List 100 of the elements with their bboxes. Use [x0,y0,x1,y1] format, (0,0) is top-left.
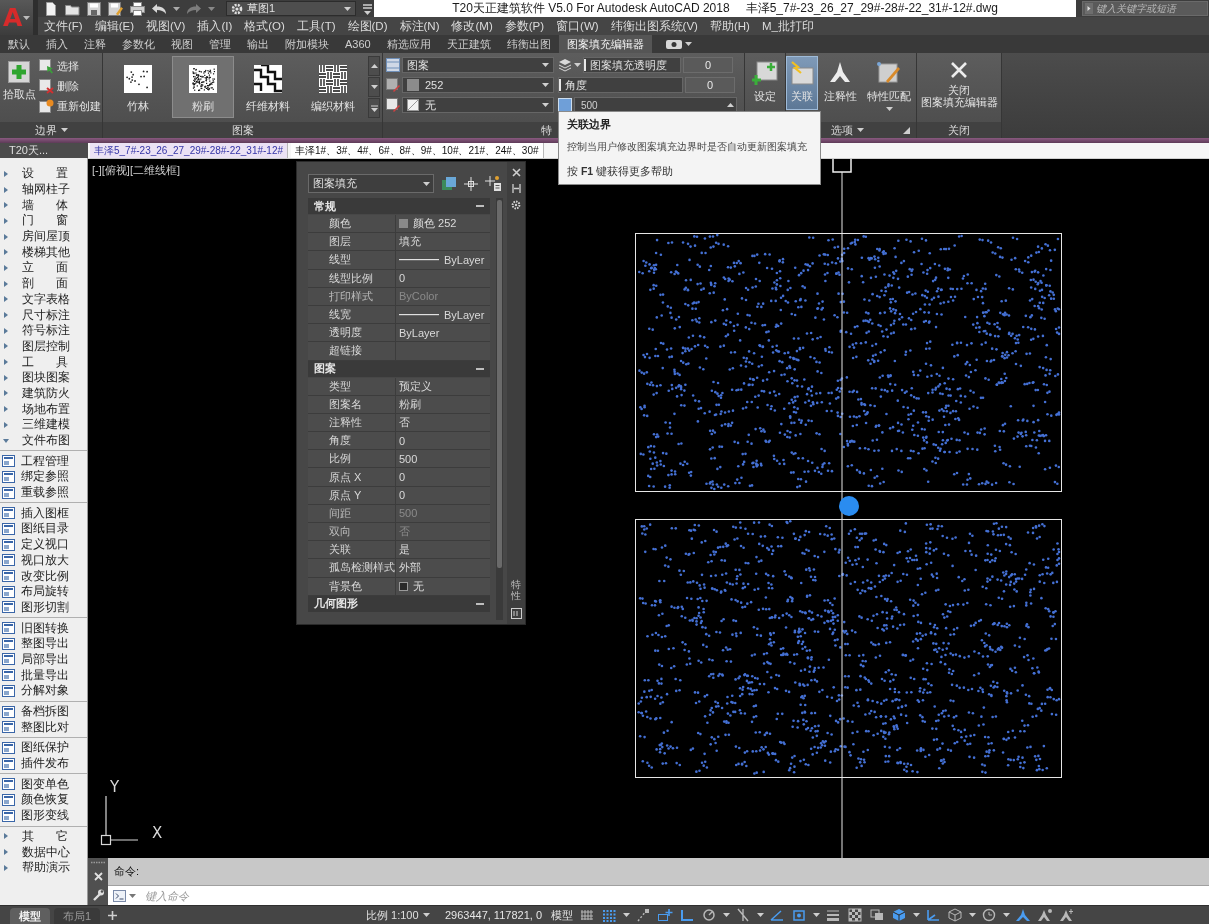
sidebar-command-item[interactable]: 分解对象 [0,683,87,699]
caret-icon[interactable] [173,6,180,11]
caret-icon[interactable] [208,6,215,11]
annotation-scale-icon[interactable] [1015,908,1031,922]
cube-outline-icon[interactable] [947,908,963,922]
sidebar-command-item[interactable]: 布局旋转 [0,583,87,600]
ribbon-tab[interactable]: 图案填充编辑器 [558,35,652,53]
clock-icon[interactable] [981,908,997,922]
sidebar-command-item[interactable]: 图纸目录 [0,521,87,537]
ribbon-tab[interactable]: 注释 [76,35,114,53]
option-toggle-button[interactable]: 特性匹配 [862,56,916,110]
gallery-down-button[interactable] [368,77,380,97]
background-color-dropdown[interactable]: 无 [402,97,554,113]
ribbon-tab[interactable]: 精选应用 [378,35,439,53]
sidebar-command-item[interactable]: 图形切割 [0,599,87,616]
caret-icon[interactable] [622,913,630,917]
caret-icon[interactable] [885,107,893,111]
caret-icon[interactable] [1002,913,1010,917]
plus-box-icon[interactable] [657,908,673,922]
sidebar-menu-item[interactable]: 建筑防火 [0,385,87,402]
save-icon[interactable] [87,1,101,16]
pattern-gallery-item[interactable]: 粉刷 [172,56,234,118]
sidebar-menu-item[interactable]: 符号标注 [0,322,87,339]
launcher-arrow-icon[interactable] [903,126,910,134]
sidebar-command-item[interactable]: 插件发布 [0,755,87,772]
menu-item[interactable]: 标注(N) [393,17,446,35]
menu-item[interactable]: 参数(P) [498,17,551,35]
caret-icon[interactable] [684,42,692,46]
sidebar-command-item[interactable]: 图纸保护 [0,740,87,756]
caret-icon[interactable] [542,103,549,107]
stacked-squares-icon[interactable] [441,176,457,191]
ribbon-tab[interactable]: 视图 [163,35,201,53]
sidebar-command-item[interactable]: 定义视口 [0,536,87,553]
model-space-button[interactable]: 模型 [548,907,576,923]
sidebar-menu-item[interactable]: 轴网柱子 [0,181,87,198]
ribbon-tab[interactable]: 天正建筑 [438,35,499,53]
sidebar-menu-item[interactable]: 文字表格 [0,291,87,308]
prompt-icon[interactable] [113,889,126,902]
cube-icon[interactable] [891,908,907,922]
lines-icon[interactable] [825,908,841,922]
file-tab[interactable]: 丰泽5_7#-23_26_27_29#-28#-22_31#-12# [90,143,289,158]
command-input[interactable]: 键入命令 [145,889,1209,902]
caret-icon[interactable] [756,913,764,917]
menu-item[interactable]: 绘图(D) [341,17,394,35]
square-cross-icon[interactable] [39,79,54,94]
sidebar-menu-item[interactable]: 设 置 [0,166,87,182]
sidebar-command-item[interactable]: 重载参照 [0,484,87,501]
ribbon-tool-button[interactable]: 删除 [39,79,101,94]
axes-icon[interactable] [925,908,941,922]
menu-item[interactable]: 插入(I) [191,17,239,35]
file-tab[interactable]: 丰泽1#、3#、4#、6#、8#、9#、10#、21#、24#、30# [291,143,544,158]
ribbon-tab[interactable]: 插入 [38,35,76,53]
dial-icon[interactable] [701,908,717,922]
section-header[interactable]: 常规 [308,198,490,214]
right-angle-icon[interactable] [679,908,695,922]
annotation-scale-button[interactable]: 比例 1:100 [362,907,430,923]
pick-points-button[interactable]: 拾取点 [2,56,36,110]
gallery-expand-button[interactable] [368,98,380,118]
angle-slider[interactable]: 角度 [558,77,683,93]
sidebar-menu-item[interactable]: 房间屋顶 [0,228,87,245]
sidebar-command-item[interactable]: 视口放大 [0,552,87,569]
panel-icon[interactable] [510,608,522,619]
sidebar-menu-item[interactable]: 图层控制 [0,338,87,355]
sidebar-command-item[interactable]: 图形变线 [0,807,87,824]
grid-icon[interactable] [579,908,595,922]
caret-icon[interactable] [812,913,820,917]
menu-item[interactable]: 视图(V) [140,17,192,35]
undo-icon[interactable] [152,2,166,15]
search-field[interactable]: 键入关键字或短语 [1082,1,1208,16]
wrench-icon[interactable] [92,889,104,901]
close-icon[interactable] [511,168,521,177]
gallery-up-button[interactable] [368,56,380,76]
sidebar-menu-item[interactable]: 其 它 [0,828,87,845]
lines-caret-icon[interactable] [363,2,372,15]
sidebar-menu-item[interactable]: 场地布置 [0,401,87,417]
sidebar-menu-item[interactable]: 立 面 [0,260,87,276]
ribbon-tool-button[interactable]: 选择 [39,59,101,74]
hatch-color-dropdown[interactable]: 252 [402,77,554,93]
layout-tab[interactable]: 模型 [10,908,50,924]
sidebar-command-item[interactable]: 整图比对 [0,719,87,736]
settings-icon[interactable] [511,200,521,210]
caret-icon[interactable] [422,913,430,917]
dot-grid-icon[interactable] [601,908,617,922]
menu-item[interactable]: M_批打印 [755,17,820,35]
ribbon-tool-button[interactable]: 重新创建 [39,99,101,114]
sidebar-menu-item[interactable]: 剖 面 [0,275,87,292]
checker-icon[interactable] [847,908,863,922]
angle-icon[interactable] [769,908,785,922]
sidebar-command-item[interactable]: 改变比例 [0,568,87,584]
menu-item[interactable]: 修改(M) [445,17,499,35]
sidebar-command-item[interactable]: 绑定参照 [0,469,87,485]
sidebar-command-item[interactable]: 图变单色 [0,776,87,793]
annotation-scale-icon[interactable] [1037,908,1053,922]
command-field[interactable]: 键入命令 [108,885,1209,905]
menu-item[interactable]: 文件(F) [38,17,89,35]
pattern-gallery-item[interactable]: 纤维材料 [237,56,299,118]
sidebar-menu-item[interactable]: 门 窗 [0,213,87,229]
sidebar-command-item[interactable]: 批量导出 [0,667,87,683]
target-square-icon[interactable] [791,908,807,922]
workspace-dropdown[interactable]: 草图1 [226,1,356,16]
